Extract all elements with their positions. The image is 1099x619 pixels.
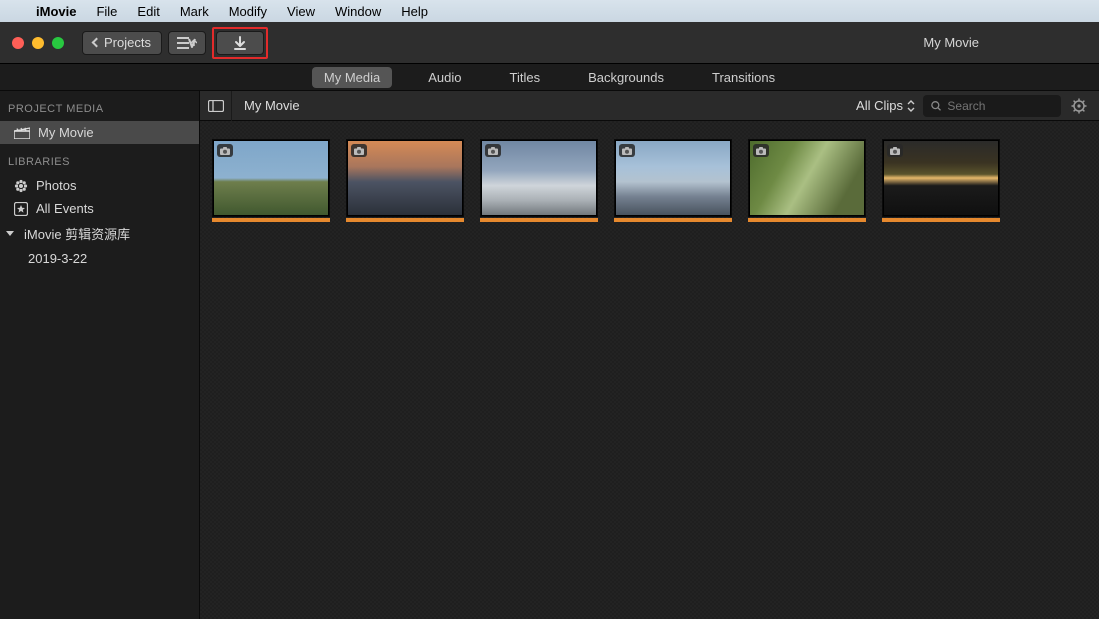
media-browser-grid: [200, 121, 1099, 619]
tab-titles[interactable]: Titles: [498, 67, 553, 88]
import-down-arrow-icon: [232, 35, 248, 51]
photo-type-icon: [619, 144, 635, 157]
sidebar-event-date-label: 2019-3-22: [28, 251, 87, 266]
photo-type-icon: [887, 144, 903, 157]
sidebar-all-events-label: All Events: [36, 201, 94, 216]
media-clip-thumbnail[interactable]: [882, 139, 1000, 222]
up-down-chevron-icon: [907, 100, 915, 112]
clip-duration-bar: [212, 218, 330, 222]
clip-duration-bar: [346, 218, 464, 222]
sidebar-toggle-icon: [208, 100, 224, 112]
chevron-left-icon: [92, 38, 102, 48]
projects-button-label: Projects: [104, 35, 151, 50]
clip-filter-dropdown[interactable]: All Clips: [856, 98, 915, 113]
sidebar-item-all-events[interactable]: All Events: [0, 197, 199, 220]
sidebar-item-photos[interactable]: Photos: [0, 174, 199, 197]
settings-gear-button[interactable]: [1065, 92, 1093, 120]
zoom-window-button[interactable]: [52, 37, 64, 49]
window-toolbar: Projects My Movie: [0, 22, 1099, 64]
projects-back-button[interactable]: Projects: [82, 31, 162, 55]
import-button-highlight: [212, 27, 268, 59]
sidebar-item-library[interactable]: iMovie 剪辑资源库: [0, 220, 199, 247]
media-clip-thumbnail[interactable]: [212, 139, 330, 222]
toggle-sidebar-button[interactable]: [200, 91, 232, 121]
star-box-icon: [14, 202, 28, 216]
search-icon: [931, 100, 941, 112]
media-clip-thumbnail[interactable]: [346, 139, 464, 222]
menubar-item-view[interactable]: View: [287, 4, 315, 19]
tab-transitions[interactable]: Transitions: [700, 67, 787, 88]
sidebar-library-label: iMovie 剪辑资源库: [24, 224, 130, 243]
library-list-icon: [177, 36, 197, 50]
tab-my-media[interactable]: My Media: [312, 67, 392, 88]
menubar-item-modify[interactable]: Modify: [229, 4, 267, 19]
gear-icon: [1071, 98, 1087, 114]
window-controls: [12, 37, 64, 49]
sidebar: PROJECT MEDIA My Movie LIBRARIES Photos: [0, 91, 200, 619]
menubar-app-name[interactable]: iMovie: [36, 4, 76, 19]
sidebar-item-project[interactable]: My Movie: [0, 121, 199, 144]
clip-duration-bar: [614, 218, 732, 222]
browser-title: My Movie: [232, 98, 300, 113]
search-input[interactable]: [947, 99, 1053, 113]
photo-type-icon: [753, 144, 769, 157]
media-clip-thumbnail[interactable]: [748, 139, 866, 222]
media-clip-thumbnail[interactable]: [480, 139, 598, 222]
search-field[interactable]: [923, 95, 1061, 117]
clapperboard-icon: [14, 127, 30, 139]
clip-duration-bar: [748, 218, 866, 222]
library-toggle-button[interactable]: [168, 31, 206, 55]
close-window-button[interactable]: [12, 37, 24, 49]
sidebar-photos-label: Photos: [36, 178, 76, 193]
menubar-item-help[interactable]: Help: [401, 4, 428, 19]
sidebar-heading-libraries: LIBRARIES: [0, 144, 199, 174]
tab-audio[interactable]: Audio: [416, 67, 473, 88]
menubar-item-edit[interactable]: Edit: [137, 4, 159, 19]
photos-flower-icon: [14, 179, 28, 193]
menubar-item-mark[interactable]: Mark: [180, 4, 209, 19]
photo-type-icon: [217, 144, 233, 157]
photo-type-icon: [351, 144, 367, 157]
sidebar-project-label: My Movie: [38, 125, 94, 140]
clip-duration-bar: [882, 218, 1000, 222]
sidebar-heading-project-media: PROJECT MEDIA: [0, 91, 199, 121]
browser-header: My Movie All Clips: [200, 91, 1099, 121]
minimize-window-button[interactable]: [32, 37, 44, 49]
browser-tabstrip: My Media Audio Titles Backgrounds Transi…: [0, 64, 1099, 91]
window-title: My Movie: [923, 35, 979, 50]
tab-backgrounds[interactable]: Backgrounds: [576, 67, 676, 88]
sidebar-item-event-date[interactable]: 2019-3-22: [0, 247, 199, 270]
photo-type-icon: [485, 144, 501, 157]
menubar-item-file[interactable]: File: [96, 4, 117, 19]
import-button[interactable]: [216, 31, 264, 55]
clip-filter-label: All Clips: [856, 98, 903, 113]
menubar-item-window[interactable]: Window: [335, 4, 381, 19]
media-clip-thumbnail[interactable]: [614, 139, 732, 222]
disclosure-triangle-icon[interactable]: [6, 231, 14, 236]
macos-menubar: iMovie File Edit Mark Modify View Window…: [0, 0, 1099, 22]
clip-duration-bar: [480, 218, 598, 222]
